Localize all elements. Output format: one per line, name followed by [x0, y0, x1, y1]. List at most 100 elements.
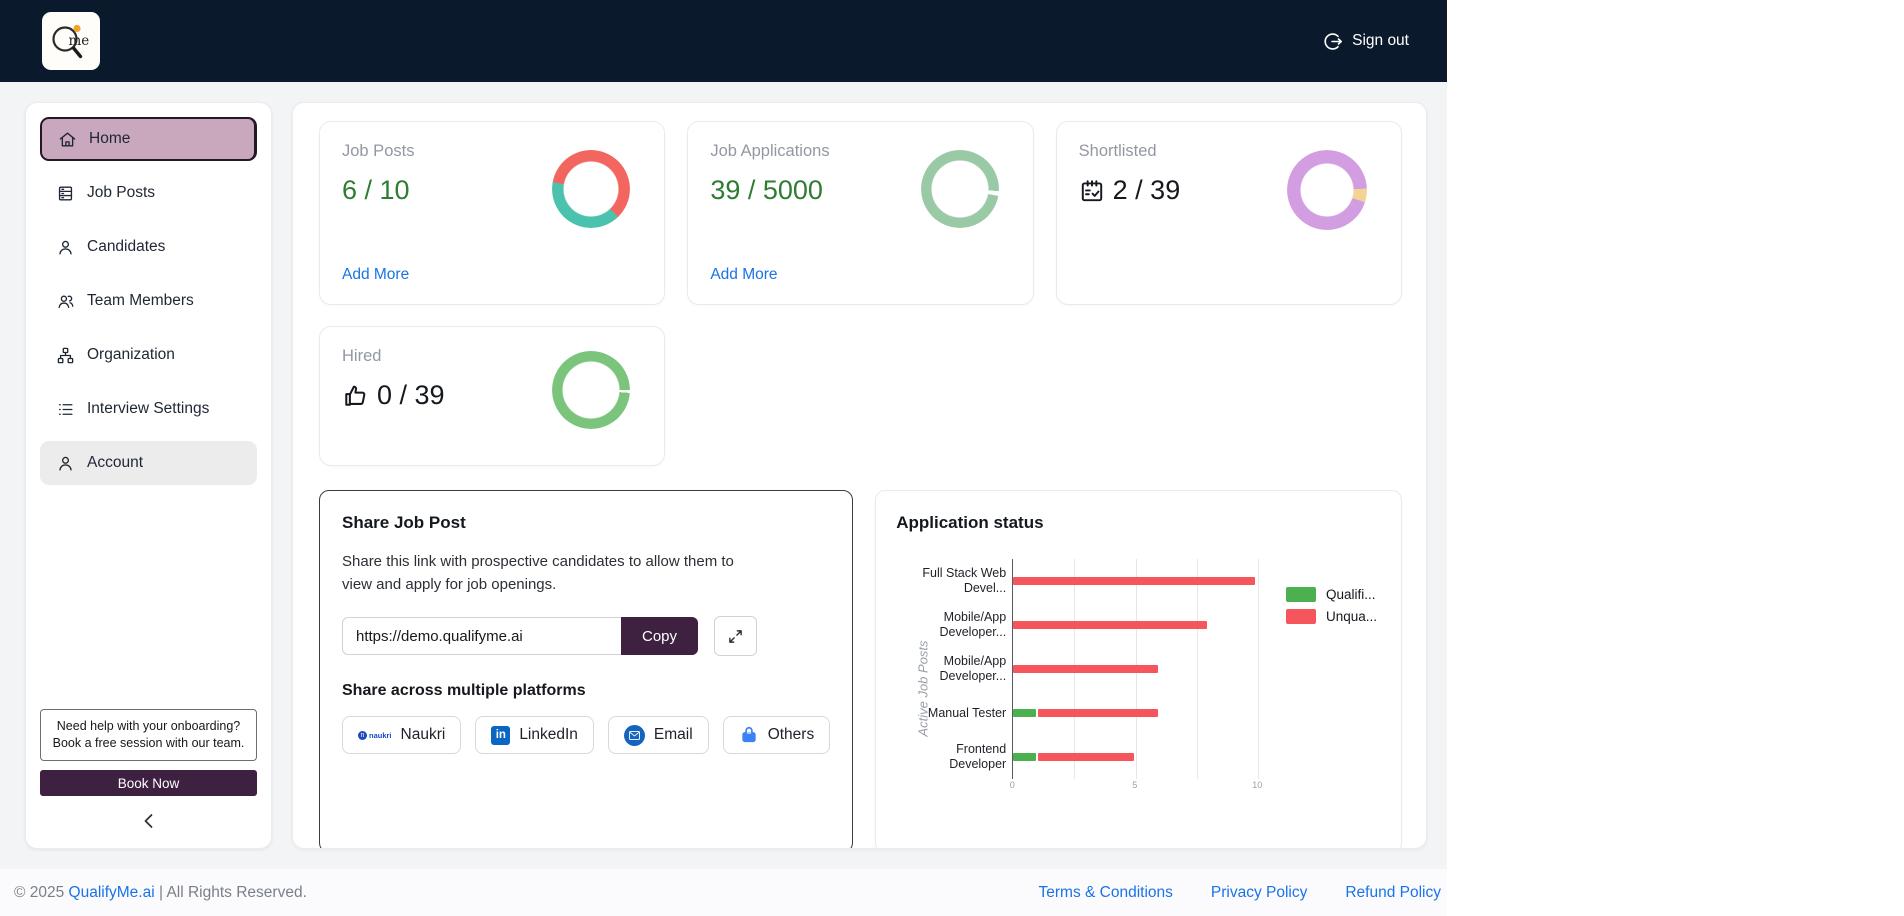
sidebar-item-label: Interview Settings [87, 400, 210, 417]
share-email-button[interactable]: Email [607, 716, 709, 754]
share-url-input[interactable] [342, 617, 621, 655]
job-applications-donut [920, 150, 999, 228]
share-naukri-button[interactable]: n naukri Naukri [342, 716, 462, 754]
share-linkedin-button[interactable]: in LinkedIn [475, 716, 594, 754]
legend-swatch-green [1285, 587, 1316, 602]
sidebar-collapse-button[interactable] [135, 810, 163, 832]
chart-category-label: Full Stack Web Devel... [922, 566, 1007, 595]
legend-item-qualified: Qualifi... [1285, 587, 1377, 602]
legend-swatch-red [1285, 609, 1316, 624]
platform-label: LinkedIn [519, 726, 578, 743]
stat-card-job-posts: Job Posts 6 / 10 Add More [319, 121, 666, 305]
sidebar-item-team-members[interactable]: Team Members [40, 279, 257, 323]
sign-out-button[interactable]: Sign out [1322, 31, 1409, 52]
stats-row: Job Posts 6 / 10 Add More Job Applicatio… [319, 121, 1402, 305]
chart-bar-row [1013, 735, 1257, 779]
sidebar-item-label: Account [87, 454, 144, 471]
chart-gridline [1258, 559, 1260, 779]
chart-bar-segment [1013, 665, 1159, 673]
chart-bar-row [1013, 603, 1257, 647]
stats-row-2: Hired 0 / 39 [319, 326, 1402, 466]
sidebar-item-organization[interactable]: Organization [40, 333, 257, 377]
magnifier-logo-icon: me [52, 24, 90, 59]
share-job-post-card: Share Job Post Share this link with pros… [319, 490, 854, 848]
linkedin-icon: in [491, 725, 511, 745]
book-now-button[interactable]: Book Now [40, 770, 257, 796]
hired-donut [552, 351, 631, 429]
briefcase-icon [742, 726, 756, 743]
add-more-link[interactable]: Add More [710, 266, 777, 284]
sidebar-bottom: Need help with your onboarding? Book a f… [40, 709, 257, 834]
share-link-row: Copy [342, 616, 830, 656]
chart-category-label: Frontend Developer [949, 742, 1007, 771]
sidebar-item-home[interactable]: Home [40, 117, 257, 161]
chart-category-label: Mobile/App Developer... [939, 654, 1007, 683]
svg-text:me: me [69, 33, 90, 49]
chart-plot-area [1012, 559, 1260, 779]
onboarding-help-box: Need help with your onboarding? Book a f… [40, 709, 257, 761]
application-status-card: Application status Active Job Posts Full… [875, 490, 1402, 848]
person-icon [59, 240, 72, 255]
stat-card-job-applications: Job Applications 39 / 5000 Add More [687, 121, 1034, 305]
sidebar-item-job-posts[interactable]: Job Posts [40, 171, 257, 215]
thumbs-up-icon [345, 385, 366, 406]
share-platforms-title: Share across multiple platforms [342, 682, 586, 699]
sidebar-item-label: Team Members [87, 292, 194, 309]
platform-buttons: n naukri Naukri in LinkedIn Email Others [342, 716, 831, 754]
sidebar-item-label: Organization [87, 346, 175, 363]
footer-links: Terms & Conditions Privacy Policy Refund… [1039, 884, 1442, 902]
sidebar-item-account[interactable]: Account [40, 441, 257, 485]
sidebar-item-interview-settings[interactable]: Interview Settings [40, 387, 257, 431]
legend-label: Qualifi... [1325, 587, 1376, 602]
footer: © 2025 QualifyMe.ai | All Rights Reserve… [0, 869, 1447, 916]
server-icon [58, 185, 73, 201]
chart-x-tick-label: 0 [1009, 780, 1015, 790]
chart-bar-row [1013, 691, 1257, 735]
person-icon [59, 456, 72, 471]
platform-label: Others [767, 726, 815, 743]
sidebar-item-label: Job Posts [87, 184, 156, 201]
chart-bar-row [1013, 559, 1257, 603]
sidebar-item-candidates[interactable]: Candidates [40, 225, 257, 269]
content-row: Home Job Posts Candidates Team Members O… [0, 82, 1447, 849]
shortlisted-donut [1287, 150, 1367, 230]
chart-bar-segment [1037, 709, 1159, 717]
chart-category-label: Mobile/App Developer... [939, 610, 1007, 639]
chart-bar-segment [1013, 753, 1036, 761]
refund-link[interactable]: Refund Policy [1345, 884, 1441, 902]
chart-legend: Qualifi... Unqua... [1285, 587, 1377, 624]
chart-x-tick-label: 5 [1132, 780, 1138, 790]
sidebar: Home Job Posts Candidates Team Members O… [25, 102, 272, 849]
chart-bar-row [1013, 647, 1257, 691]
sign-out-label: Sign out [1352, 32, 1409, 49]
share-card-title: Share Job Post [342, 513, 466, 532]
sidebar-item-label: Candidates [87, 238, 166, 255]
sidebar-item-label: Home [89, 130, 131, 147]
home-icon [59, 131, 76, 147]
job-posts-donut [552, 150, 631, 228]
chart-x-ticks: 0 5 10 [1009, 779, 1263, 793]
copy-button[interactable]: Copy [621, 617, 698, 655]
chart-title: Application status [896, 513, 1044, 532]
email-icon [623, 724, 645, 746]
bottom-row: Share Job Post Share this link with pros… [319, 490, 1402, 848]
app-root: me Sign out Home Job Posts Candidates Te… [0, 0, 1447, 916]
list-icon [58, 403, 73, 415]
privacy-link[interactable]: Privacy Policy [1211, 884, 1307, 902]
chart-bar-segment [1037, 753, 1134, 761]
qualifyme-logo[interactable]: me [42, 12, 100, 70]
brand-link[interactable]: QualifyMe.ai [69, 884, 155, 901]
share-others-button[interactable]: Others [722, 716, 831, 754]
help-text: Need help with your onboarding? Book a f… [52, 719, 245, 751]
chart-bar-segment [1013, 709, 1036, 717]
expand-button[interactable] [714, 616, 757, 656]
naukri-icon: n naukri [358, 730, 392, 740]
topbar: me Sign out [0, 0, 1447, 82]
people-icon [58, 295, 74, 308]
chart-bar-segment [1013, 621, 1208, 629]
chart-y-axis-title: Active Job Posts [915, 640, 931, 737]
add-more-link[interactable]: Add More [342, 266, 409, 284]
terms-link[interactable]: Terms & Conditions [1039, 884, 1173, 902]
copyright-text: © 2025 QualifyMe.ai | All Rights Reserve… [14, 883, 307, 901]
expand-diagonal-icon [729, 629, 742, 643]
